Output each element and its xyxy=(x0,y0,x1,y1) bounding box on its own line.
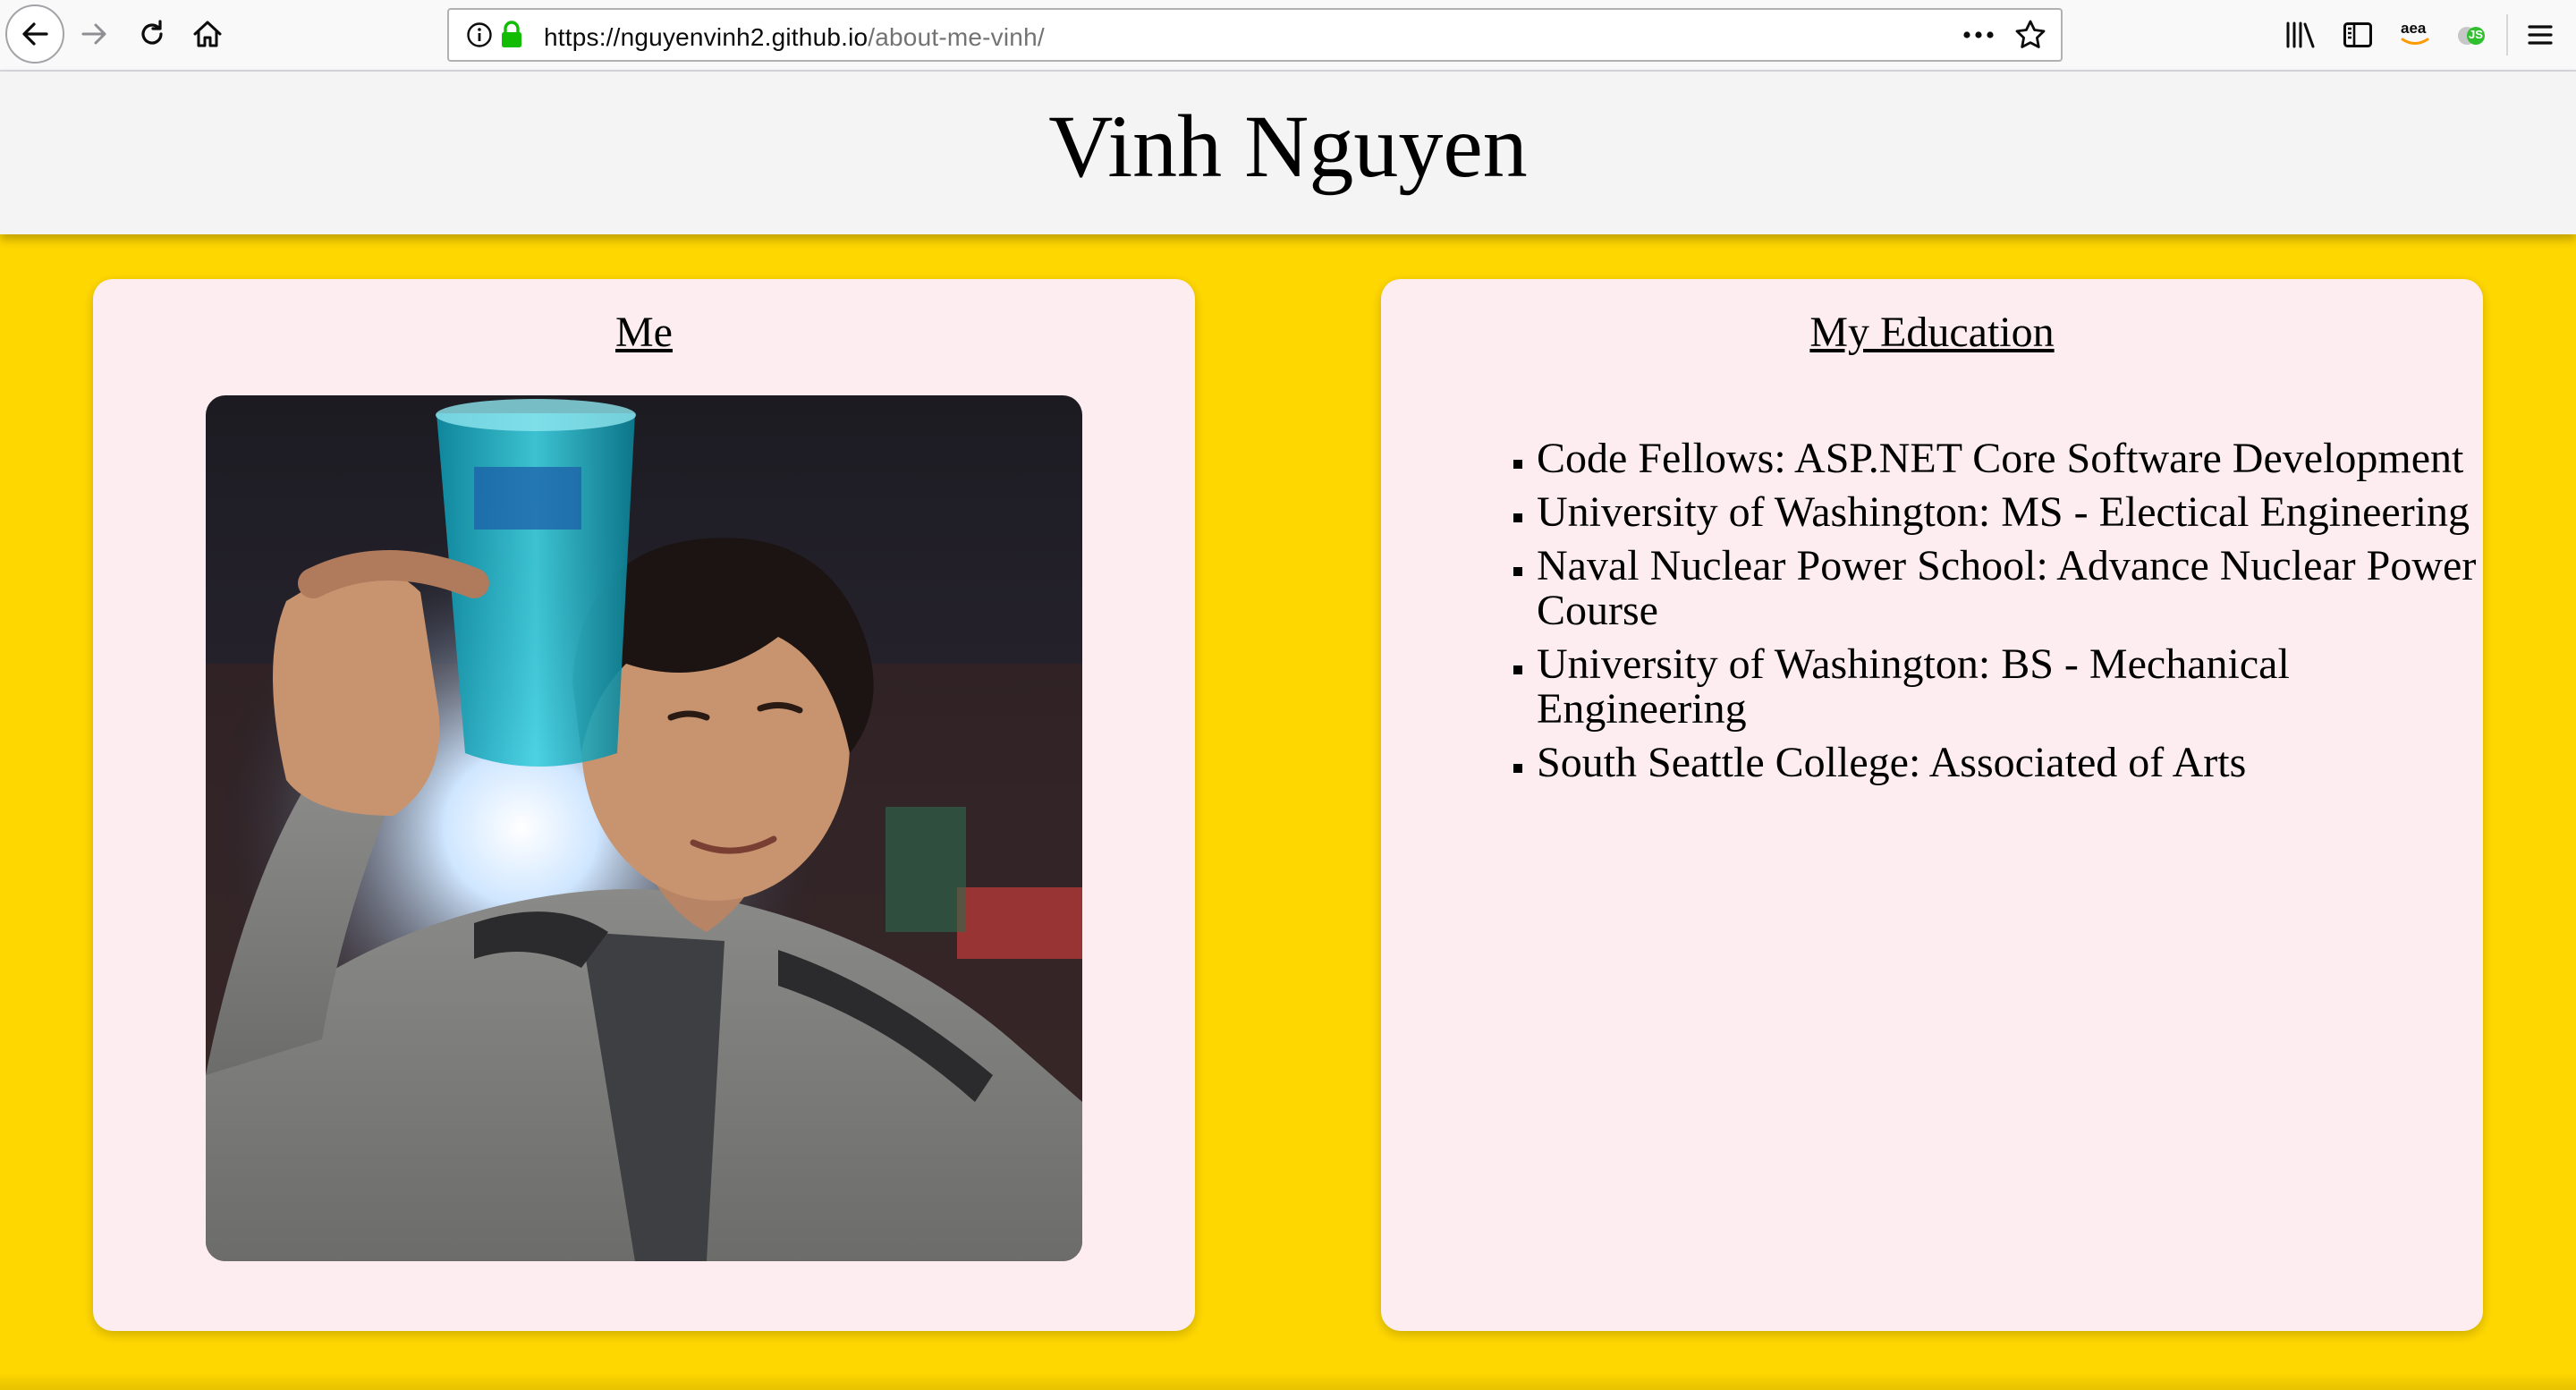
amazon-extension-label: aea xyxy=(2401,20,2427,37)
js-extension-label: JS xyxy=(2469,28,2483,41)
reload-button[interactable] xyxy=(129,11,175,57)
library-icon xyxy=(2286,21,2315,48)
sidebar-button[interactable] xyxy=(2336,13,2379,57)
me-heading: Me xyxy=(615,309,673,356)
forward-button[interactable] xyxy=(72,11,118,57)
js-extension-button[interactable]: JS xyxy=(2451,13,2494,57)
education-list: Code Fellows: ASP.NET Core Software Deve… xyxy=(1488,436,2485,794)
site-header: Vinh Nguyen xyxy=(0,72,2576,234)
library-button[interactable] xyxy=(2279,13,2322,57)
toolbar-divider xyxy=(2506,14,2508,55)
hamburger-icon xyxy=(2528,25,2553,45)
url-path: /about-me-vinh/ xyxy=(868,23,1045,51)
education-item: South Seattle College: Associated of Art… xyxy=(1537,741,2485,785)
back-button[interactable] xyxy=(5,4,64,64)
amazon-extension-button[interactable]: aea xyxy=(2394,13,2436,57)
me-card: Me xyxy=(93,279,1195,1331)
bookmark-star-button[interactable] xyxy=(2012,17,2048,53)
more-dots-icon xyxy=(1963,31,1994,38)
education-item: Code Fellows: ASP.NET Core Software Deve… xyxy=(1537,436,2485,481)
education-heading: My Education xyxy=(1809,309,2055,356)
menu-button[interactable] xyxy=(2517,13,2563,57)
lock-icon[interactable] xyxy=(499,20,524,55)
star-icon xyxy=(2015,20,2046,48)
browser-toolbar: https://nguyenvinh2.github.io/about-me-v… xyxy=(0,0,2576,72)
profile-photo xyxy=(206,395,1082,1261)
education-item: University of Washington: BS - Mechanica… xyxy=(1537,642,2485,732)
page-actions-button[interactable] xyxy=(1961,17,1996,53)
address-bar[interactable]: https://nguyenvinh2.github.io/about-me-v… xyxy=(447,8,2063,62)
education-card: My Education Code Fellows: ASP.NET Core … xyxy=(1381,279,2483,1331)
footer-shadow xyxy=(0,1372,2576,1390)
site-title: Vinh Nguyen xyxy=(1048,97,1528,196)
info-icon[interactable] xyxy=(465,21,494,54)
arrow-right-icon xyxy=(81,23,106,45)
home-button[interactable] xyxy=(184,11,231,57)
education-item: Naval Nuclear Power School: Advance Nucl… xyxy=(1537,544,2485,633)
arrow-left-icon xyxy=(22,22,48,46)
home-icon xyxy=(193,21,222,47)
reload-icon xyxy=(141,20,163,45)
sidebar-icon xyxy=(2343,22,2372,47)
url-text[interactable]: https://nguyenvinh2.github.io/about-me-v… xyxy=(544,23,1045,52)
education-item: University of Washington: MS - Electical… xyxy=(1537,490,2485,535)
url-host: https://nguyenvinh2.github.io xyxy=(544,23,869,51)
amazon-extension-icon: aea xyxy=(2397,20,2433,50)
js-toggle-icon: JS xyxy=(2456,20,2488,50)
